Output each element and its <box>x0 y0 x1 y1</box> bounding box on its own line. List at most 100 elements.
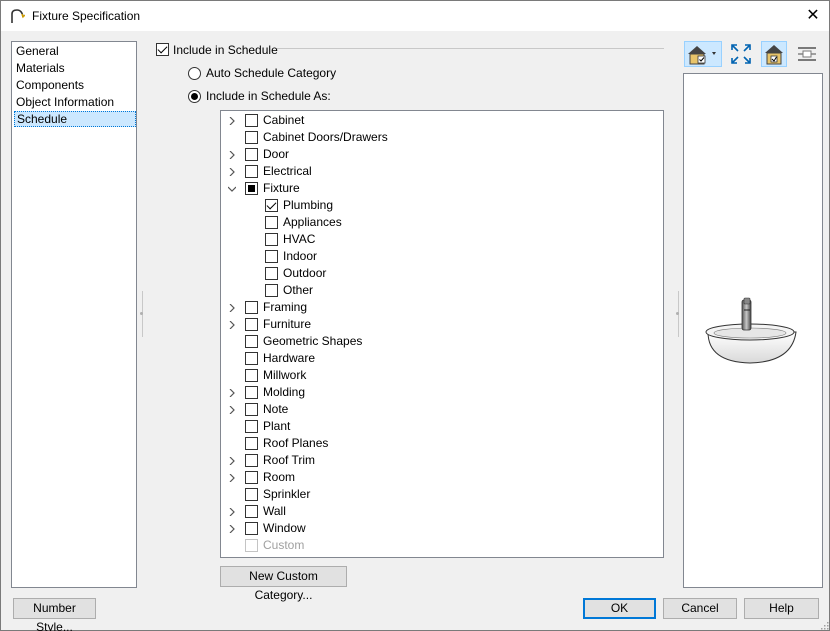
chevron-right-icon[interactable] <box>228 321 236 329</box>
tree-checkbox-molding[interactable] <box>245 386 258 399</box>
tree-checkbox-roof-planes[interactable] <box>245 437 258 450</box>
tree-item-outdoor[interactable]: Outdoor <box>221 265 661 282</box>
chevron-right-icon[interactable] <box>228 474 236 482</box>
resize-grip-icon[interactable] <box>819 620 829 630</box>
tree-label: Window <box>263 521 306 535</box>
nav-item-object-information[interactable]: Object Information <box>14 94 136 110</box>
tree-checkbox-plumbing[interactable] <box>265 199 278 212</box>
tree-label: Indoor <box>283 249 318 263</box>
schedule-category-tree[interactable]: Cabinet Cabinet Doors/Drawers Door Electric… <box>220 110 664 558</box>
tree-checkbox-plant[interactable] <box>245 420 258 433</box>
options-tool[interactable] <box>794 41 820 67</box>
tree-checkbox-cabinet-doors-drawers[interactable] <box>245 131 258 144</box>
tree-item-plant[interactable]: Plant <box>221 418 661 435</box>
tree-item-custom[interactable]: Custom <box>221 537 661 554</box>
tree-checkbox-other[interactable] <box>265 284 278 297</box>
tree-checkbox-sprinkler[interactable] <box>245 488 258 501</box>
tree-checkbox-window[interactable] <box>245 522 258 535</box>
tree-checkbox-room[interactable] <box>245 471 258 484</box>
chevron-right-icon[interactable] <box>228 304 236 312</box>
cancel-button[interactable]: Cancel <box>663 598 737 619</box>
tree-label: Furniture <box>263 317 312 331</box>
tree-label: Millwork <box>263 368 307 382</box>
tree-label: Electrical <box>263 164 312 178</box>
include-in-schedule-checkbox[interactable] <box>156 43 169 56</box>
preview-mode-tool[interactable] <box>761 41 787 67</box>
tree-item-note[interactable]: Note <box>221 401 661 418</box>
tree-item-hardware[interactable]: Hardware <box>221 350 661 367</box>
nav-item-schedule[interactable]: Schedule <box>14 111 136 127</box>
chevron-right-icon[interactable] <box>228 389 236 397</box>
tree-item-cabinet[interactable]: Cabinet <box>221 112 661 129</box>
tree-label: Cabinet Doors/Drawers <box>263 130 388 144</box>
nav-item-materials[interactable]: Materials <box>14 60 136 76</box>
tree-item-plumbing[interactable]: Plumbing <box>221 197 661 214</box>
chevron-right-icon[interactable] <box>228 151 236 159</box>
tree-item-furniture[interactable]: Furniture <box>221 316 661 333</box>
tree-checkbox-appliances[interactable] <box>265 216 278 229</box>
chevron-down-icon[interactable] <box>228 185 236 193</box>
chevron-right-icon[interactable] <box>228 168 236 176</box>
tree-item-millwork[interactable]: Millwork <box>221 367 661 384</box>
chevron-right-icon[interactable] <box>228 406 236 414</box>
tree-checkbox-cabinet[interactable] <box>245 114 258 127</box>
number-style-button[interactable]: Number Style... <box>13 598 96 631</box>
tree-checkbox-wall[interactable] <box>245 505 258 518</box>
tree-item-hvac[interactable]: HVAC <box>221 231 661 248</box>
tree-checkbox-furniture[interactable] <box>245 318 258 331</box>
close-button[interactable]: ✕ <box>801 5 825 27</box>
tree-item-fixture[interactable]: Fixture <box>221 180 661 197</box>
chevron-right-icon[interactable] <box>228 117 236 125</box>
object-preview-panel[interactable] <box>683 73 823 588</box>
tree-item-molding[interactable]: Molding <box>221 384 661 401</box>
chevron-right-icon[interactable] <box>228 525 236 533</box>
tree-checkbox-electrical[interactable] <box>245 165 258 178</box>
tree-checkbox-millwork[interactable] <box>245 369 258 382</box>
tree-checkbox-framing[interactable] <box>245 301 258 314</box>
tree-item-electrical[interactable]: Electrical <box>221 163 661 180</box>
new-custom-category-button[interactable]: New Custom Category... <box>220 566 347 602</box>
auto-schedule-label[interactable]: Auto Schedule Category <box>206 66 336 80</box>
camera-view-tool[interactable] <box>684 41 722 67</box>
help-button[interactable]: Help <box>744 598 819 619</box>
tree-item-window[interactable]: Window <box>221 520 661 537</box>
tree-item-wall[interactable]: Wall <box>221 503 661 520</box>
category-nav-list: General Materials Components Object Informa… <box>11 41 137 588</box>
tree-item-room[interactable]: Room <box>221 469 661 486</box>
tree-checkbox-indoor[interactable] <box>265 250 278 263</box>
nav-item-components[interactable]: Components <box>14 77 136 93</box>
tree-item-roof-trim[interactable]: Roof Trim <box>221 452 661 469</box>
tree-checkbox-geometric-shapes[interactable] <box>245 335 258 348</box>
chevron-right-icon[interactable] <box>228 508 236 516</box>
tree-item-roof-planes[interactable]: Roof Planes <box>221 435 661 452</box>
tree-checkbox-roof-trim[interactable] <box>245 454 258 467</box>
tree-checkbox-door[interactable] <box>245 148 258 161</box>
include-as-label[interactable]: Include in Schedule As: <box>206 89 331 103</box>
tree-item-appliances[interactable]: Appliances <box>221 214 661 231</box>
tree-checkbox-hvac[interactable] <box>265 233 278 246</box>
tree-label: Hardware <box>263 351 316 365</box>
tree-label: Other <box>283 283 314 297</box>
chevron-right-icon[interactable] <box>228 457 236 465</box>
fill-window-tool[interactable] <box>728 41 754 67</box>
tree-item-cabinet-doors-drawers[interactable]: Cabinet Doors/Drawers <box>221 129 661 146</box>
auto-schedule-radio[interactable] <box>188 67 201 80</box>
tree-checkbox-outdoor[interactable] <box>265 267 278 280</box>
tree-checkbox-fixture[interactable] <box>245 182 258 195</box>
tree-item-indoor[interactable]: Indoor <box>221 248 661 265</box>
tree-item-door[interactable]: Door <box>221 146 661 163</box>
tree-checkbox-hardware[interactable] <box>245 352 258 365</box>
tree-checkbox-note[interactable] <box>245 403 258 416</box>
nav-item-general[interactable]: General <box>14 43 136 59</box>
title-bar: Fixture Specification ✕ <box>1 1 829 31</box>
sink-preview-image <box>705 297 797 364</box>
tree-label: Custom <box>263 538 305 552</box>
tree-item-framing[interactable]: Framing <box>221 299 661 316</box>
include-as-radio[interactable] <box>188 90 201 103</box>
tree-item-geometric-shapes[interactable]: Geometric Shapes <box>221 333 661 350</box>
tree-item-other[interactable]: Other <box>221 282 661 299</box>
dialog-window: Fixture Specification ✕ General Materials… <box>0 0 830 631</box>
include-in-schedule-label[interactable]: Include in Schedule <box>173 43 278 57</box>
ok-button[interactable]: OK <box>583 598 656 619</box>
tree-item-sprinkler[interactable]: Sprinkler <box>221 486 661 503</box>
